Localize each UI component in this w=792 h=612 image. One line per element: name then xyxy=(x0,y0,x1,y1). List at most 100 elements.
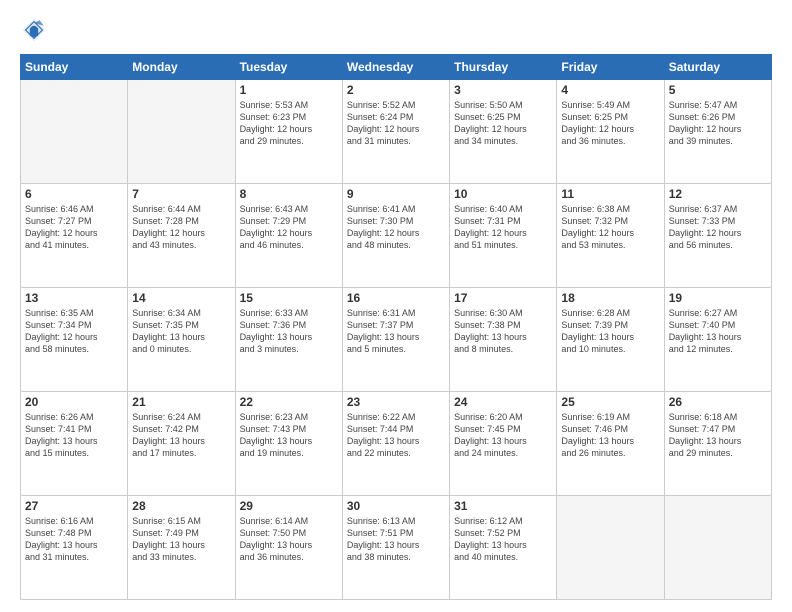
calendar-cell: 16 Sunrise: 6:31 AM Sunset: 7:37 PM Dayli… xyxy=(342,288,449,392)
calendar-cell: 31Sunrise: 6:12 AM Sunset: 7:52 PM Dayli… xyxy=(450,496,557,600)
day-number: 13 xyxy=(25,291,123,305)
calendar-cell: 13 Sunrise: 6:35 AM Sunset: 7:34 PM Dayli… xyxy=(21,288,128,392)
day-number: 19 xyxy=(669,291,767,305)
logo-icon xyxy=(20,16,48,44)
day-number: 23 xyxy=(347,395,445,409)
day-header-sunday: Sunday xyxy=(21,55,128,80)
calendar-cell: 1 Sunrise: 5:53 AM Sunset: 6:23 PM Daylig… xyxy=(235,80,342,184)
calendar-header-row: SundayMondayTuesdayWednesdayThursdayFrid… xyxy=(21,55,772,80)
cell-info: Sunrise: 6:27 AM Sunset: 7:40 PM Dayligh… xyxy=(669,307,767,356)
day-number: 17 xyxy=(454,291,552,305)
calendar-cell: 22Sunrise: 6:23 AM Sunset: 7:43 PM Dayli… xyxy=(235,392,342,496)
calendar-table: SundayMondayTuesdayWednesdayThursdayFrid… xyxy=(20,54,772,600)
cell-info: Sunrise: 6:15 AM Sunset: 7:49 PM Dayligh… xyxy=(132,515,230,564)
calendar-cell: 4 Sunrise: 5:49 AM Sunset: 6:25 PM Daylig… xyxy=(557,80,664,184)
day-number: 9 xyxy=(347,187,445,201)
calendar-cell: 26Sunrise: 6:18 AM Sunset: 7:47 PM Dayli… xyxy=(664,392,771,496)
cell-info: Sunrise: 6:35 AM Sunset: 7:34 PM Dayligh… xyxy=(25,307,123,356)
calendar-cell: 27 Sunrise: 6:16 AM Sunset: 7:48 PM Dayli… xyxy=(21,496,128,600)
day-number: 29 xyxy=(240,499,338,513)
calendar-week-row: 1 Sunrise: 5:53 AM Sunset: 6:23 PM Daylig… xyxy=(21,80,772,184)
cell-info: Sunrise: 6:24 AM Sunset: 7:42 PM Dayligh… xyxy=(132,411,230,460)
cell-info: Sunrise: 5:50 AM Sunset: 6:25 PM Dayligh… xyxy=(454,99,552,148)
day-header-saturday: Saturday xyxy=(664,55,771,80)
calendar-cell: 20 Sunrise: 6:26 AM Sunset: 7:41 PM Dayli… xyxy=(21,392,128,496)
cell-info: Sunrise: 6:46 AM Sunset: 7:27 PM Dayligh… xyxy=(25,203,123,252)
cell-info: Sunrise: 5:53 AM Sunset: 6:23 PM Dayligh… xyxy=(240,99,338,148)
day-number: 27 xyxy=(25,499,123,513)
day-number: 21 xyxy=(132,395,230,409)
day-header-thursday: Thursday xyxy=(450,55,557,80)
calendar-cell: 17Sunrise: 6:30 AM Sunset: 7:38 PM Dayli… xyxy=(450,288,557,392)
calendar-cell: 18 Sunrise: 6:28 AM Sunset: 7:39 PM Dayli… xyxy=(557,288,664,392)
day-number: 15 xyxy=(240,291,338,305)
day-number: 10 xyxy=(454,187,552,201)
cell-info: Sunrise: 6:33 AM Sunset: 7:36 PM Dayligh… xyxy=(240,307,338,356)
day-number: 6 xyxy=(25,187,123,201)
cell-info: Sunrise: 6:19 AM Sunset: 7:46 PM Dayligh… xyxy=(561,411,659,460)
day-number: 26 xyxy=(669,395,767,409)
calendar-cell: 25 Sunrise: 6:19 AM Sunset: 7:46 PM Dayli… xyxy=(557,392,664,496)
calendar-cell: 23 Sunrise: 6:22 AM Sunset: 7:44 PM Dayli… xyxy=(342,392,449,496)
day-number: 25 xyxy=(561,395,659,409)
day-header-monday: Monday xyxy=(128,55,235,80)
calendar-cell: 9 Sunrise: 6:41 AM Sunset: 7:30 PM Daylig… xyxy=(342,184,449,288)
day-number: 7 xyxy=(132,187,230,201)
logo xyxy=(20,16,53,44)
day-number: 16 xyxy=(347,291,445,305)
calendar-cell: 11 Sunrise: 6:38 AM Sunset: 7:32 PM Dayli… xyxy=(557,184,664,288)
day-number: 20 xyxy=(25,395,123,409)
calendar-cell: 6 Sunrise: 6:46 AM Sunset: 7:27 PM Daylig… xyxy=(21,184,128,288)
day-number: 5 xyxy=(669,83,767,97)
calendar-cell: 5 Sunrise: 5:47 AM Sunset: 6:26 PM Daylig… xyxy=(664,80,771,184)
cell-info: Sunrise: 6:44 AM Sunset: 7:28 PM Dayligh… xyxy=(132,203,230,252)
cell-info: Sunrise: 6:16 AM Sunset: 7:48 PM Dayligh… xyxy=(25,515,123,564)
calendar-cell: 3Sunrise: 5:50 AM Sunset: 6:25 PM Daylig… xyxy=(450,80,557,184)
cell-info: Sunrise: 6:41 AM Sunset: 7:30 PM Dayligh… xyxy=(347,203,445,252)
header xyxy=(20,16,772,44)
calendar-week-row: 20 Sunrise: 6:26 AM Sunset: 7:41 PM Dayli… xyxy=(21,392,772,496)
day-number: 2 xyxy=(347,83,445,97)
calendar-cell: 12Sunrise: 6:37 AM Sunset: 7:33 PM Dayli… xyxy=(664,184,771,288)
cell-info: Sunrise: 6:38 AM Sunset: 7:32 PM Dayligh… xyxy=(561,203,659,252)
calendar-cell xyxy=(128,80,235,184)
day-number: 31 xyxy=(454,499,552,513)
cell-info: Sunrise: 6:23 AM Sunset: 7:43 PM Dayligh… xyxy=(240,411,338,460)
calendar-cell xyxy=(557,496,664,600)
calendar-cell: 15 Sunrise: 6:33 AM Sunset: 7:36 PM Dayli… xyxy=(235,288,342,392)
cell-info: Sunrise: 5:49 AM Sunset: 6:25 PM Dayligh… xyxy=(561,99,659,148)
calendar-cell xyxy=(21,80,128,184)
day-number: 8 xyxy=(240,187,338,201)
day-number: 1 xyxy=(240,83,338,97)
day-number: 11 xyxy=(561,187,659,201)
day-number: 4 xyxy=(561,83,659,97)
day-number: 28 xyxy=(132,499,230,513)
cell-info: Sunrise: 6:20 AM Sunset: 7:45 PM Dayligh… xyxy=(454,411,552,460)
calendar-cell xyxy=(664,496,771,600)
cell-info: Sunrise: 6:13 AM Sunset: 7:51 PM Dayligh… xyxy=(347,515,445,564)
cell-info: Sunrise: 6:26 AM Sunset: 7:41 PM Dayligh… xyxy=(25,411,123,460)
calendar-cell: 14 Sunrise: 6:34 AM Sunset: 7:35 PM Dayli… xyxy=(128,288,235,392)
page: SundayMondayTuesdayWednesdayThursdayFrid… xyxy=(0,0,792,612)
cell-info: Sunrise: 6:14 AM Sunset: 7:50 PM Dayligh… xyxy=(240,515,338,564)
cell-info: Sunrise: 6:34 AM Sunset: 7:35 PM Dayligh… xyxy=(132,307,230,356)
day-number: 14 xyxy=(132,291,230,305)
cell-info: Sunrise: 5:47 AM Sunset: 6:26 PM Dayligh… xyxy=(669,99,767,148)
calendar-cell: 8 Sunrise: 6:43 AM Sunset: 7:29 PM Daylig… xyxy=(235,184,342,288)
day-number: 24 xyxy=(454,395,552,409)
calendar-cell: 10Sunrise: 6:40 AM Sunset: 7:31 PM Dayli… xyxy=(450,184,557,288)
cell-info: Sunrise: 5:52 AM Sunset: 6:24 PM Dayligh… xyxy=(347,99,445,148)
calendar-cell: 24 Sunrise: 6:20 AM Sunset: 7:45 PM Dayli… xyxy=(450,392,557,496)
day-header-friday: Friday xyxy=(557,55,664,80)
calendar-week-row: 6 Sunrise: 6:46 AM Sunset: 7:27 PM Daylig… xyxy=(21,184,772,288)
calendar-cell: 7 Sunrise: 6:44 AM Sunset: 7:28 PM Daylig… xyxy=(128,184,235,288)
calendar-week-row: 27 Sunrise: 6:16 AM Sunset: 7:48 PM Dayli… xyxy=(21,496,772,600)
cell-info: Sunrise: 6:43 AM Sunset: 7:29 PM Dayligh… xyxy=(240,203,338,252)
cell-info: Sunrise: 6:31 AM Sunset: 7:37 PM Dayligh… xyxy=(347,307,445,356)
day-header-tuesday: Tuesday xyxy=(235,55,342,80)
cell-info: Sunrise: 6:28 AM Sunset: 7:39 PM Dayligh… xyxy=(561,307,659,356)
calendar-cell: 2 Sunrise: 5:52 AM Sunset: 6:24 PM Daylig… xyxy=(342,80,449,184)
cell-info: Sunrise: 6:22 AM Sunset: 7:44 PM Dayligh… xyxy=(347,411,445,460)
day-number: 18 xyxy=(561,291,659,305)
calendar-cell: 21 Sunrise: 6:24 AM Sunset: 7:42 PM Dayli… xyxy=(128,392,235,496)
